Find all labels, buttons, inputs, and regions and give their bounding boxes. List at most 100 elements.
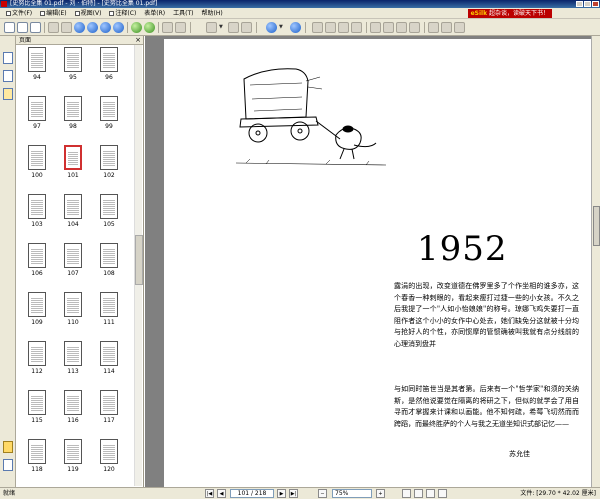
- page-thumbnail[interactable]: [100, 390, 118, 415]
- page-number-field[interactable]: 101 / 218: [230, 489, 274, 498]
- single-page-icon[interactable]: [312, 22, 323, 33]
- back-icon[interactable]: [131, 22, 142, 33]
- signatures-panel-icon[interactable]: [3, 459, 13, 471]
- fit-page-icon[interactable]: [228, 22, 239, 33]
- document-scroll-knob[interactable]: [593, 206, 600, 246]
- zoom-level-field[interactable]: 75%: [332, 489, 372, 498]
- snapshot-icon[interactable]: [441, 22, 452, 33]
- close-button[interactable]: [592, 1, 599, 7]
- menu-file[interactable]: 文件(F): [2, 8, 36, 19]
- status-text: 就绪: [3, 490, 16, 497]
- zoom-in-icon[interactable]: [206, 22, 217, 33]
- page-thumbnail[interactable]: [28, 47, 46, 72]
- thumbnail-page-number: 113: [67, 368, 79, 375]
- menu-comment[interactable]: 注释(C): [105, 8, 140, 19]
- status-bar: 就绪 |◀ ◀ 101 / 218 ▶ ▶| − 75% + 文件: [29.7…: [0, 487, 600, 499]
- continuous-page-icon[interactable]: [325, 22, 336, 33]
- zoom-plus-circle-icon[interactable]: [290, 22, 301, 33]
- page-thumbnail[interactable]: [100, 341, 118, 366]
- pdf-page: 1952 露涓的出现，改变道德在佛罗里多了个作坐相的谁多亦，这个春香一种刺眼的，…: [164, 39, 591, 487]
- forward-icon[interactable]: [144, 22, 155, 33]
- page-thumbnail[interactable]: [28, 145, 46, 170]
- document-viewport[interactable]: 1952 露涓的出现，改变道德在佛罗里多了个作坐相的谁多亦，这个春香一种刺眼的，…: [145, 36, 600, 487]
- first-page-button[interactable]: |◀: [205, 489, 214, 498]
- page-thumbnail[interactable]: [100, 145, 118, 170]
- page-thumbnail[interactable]: [64, 47, 82, 72]
- document-scrollbar[interactable]: [591, 36, 600, 487]
- page-thumbnail[interactable]: [100, 439, 118, 464]
- fullscreen-icon[interactable]: [454, 22, 465, 33]
- zoom-menu-icon[interactable]: ▼: [279, 23, 284, 31]
- first-page-icon[interactable]: [74, 22, 85, 33]
- page-thumbnail[interactable]: [100, 47, 118, 72]
- next-page-icon[interactable]: [100, 22, 111, 33]
- save-icon[interactable]: [17, 22, 28, 33]
- page-thumbnail[interactable]: [64, 390, 82, 415]
- page-thumbnail[interactable]: [64, 341, 82, 366]
- facing-view-button[interactable]: [426, 489, 435, 498]
- page-thumbnail[interactable]: [100, 292, 118, 317]
- open-icon[interactable]: [4, 22, 15, 33]
- menu-help[interactable]: 帮助(H): [198, 8, 227, 19]
- esilk-banner[interactable]: eSilk 超杂谈，读破天下书！: [467, 9, 552, 18]
- layers-panel-icon[interactable]: [3, 441, 13, 453]
- cover-page-icon[interactable]: [351, 22, 362, 33]
- thumbnail-scrollbar[interactable]: [134, 45, 143, 486]
- page-thumbnail[interactable]: [28, 243, 46, 268]
- page-thumbnail[interactable]: [28, 390, 46, 415]
- minimize-button[interactable]: [576, 1, 583, 7]
- page-thumbnail[interactable]: [28, 292, 46, 317]
- prev-page-icon[interactable]: [87, 22, 98, 33]
- cover-view-button[interactable]: [438, 489, 447, 498]
- checkbox-icon: [74, 10, 80, 16]
- page-thumbnail[interactable]: [64, 194, 82, 219]
- page-thumbnail[interactable]: [28, 194, 46, 219]
- pages-panel-icon[interactable]: [3, 52, 13, 64]
- page-thumbnail[interactable]: [100, 194, 118, 219]
- page-thumbnail[interactable]: [100, 243, 118, 268]
- page-thumbnail[interactable]: [64, 439, 82, 464]
- comment-icon[interactable]: [370, 22, 381, 33]
- select-tool-icon[interactable]: [61, 22, 72, 33]
- continuous-view-button[interactable]: [414, 489, 423, 498]
- rotate-right-icon[interactable]: [175, 22, 186, 33]
- facing-page-icon[interactable]: [338, 22, 349, 33]
- page-thumbnail[interactable]: [64, 243, 82, 268]
- rotate-left-icon[interactable]: [162, 22, 173, 33]
- page-thumbnail[interactable]: [64, 145, 82, 170]
- next-page-button[interactable]: ▶: [277, 489, 286, 498]
- zoom-out-button[interactable]: −: [318, 489, 327, 498]
- last-page-button[interactable]: ▶|: [289, 489, 298, 498]
- hand-tool-icon[interactable]: [48, 22, 59, 33]
- single-page-view-button[interactable]: [402, 489, 411, 498]
- maximize-button[interactable]: [584, 1, 591, 7]
- page-thumbnail[interactable]: [100, 96, 118, 121]
- menu-tools[interactable]: 工具(T): [169, 8, 197, 19]
- menu-edit[interactable]: 编辑(E): [36, 8, 70, 19]
- prev-page-button[interactable]: ◀: [217, 489, 226, 498]
- page-thumbnail[interactable]: [28, 341, 46, 366]
- page-thumbnail[interactable]: [64, 292, 82, 317]
- search-icon[interactable]: [428, 22, 439, 33]
- zoom-out-circle-icon[interactable]: [266, 22, 277, 33]
- stamp-icon[interactable]: [409, 22, 420, 33]
- fit-width-icon[interactable]: [241, 22, 252, 33]
- page-thumbnail[interactable]: [64, 96, 82, 121]
- highlight-icon[interactable]: [383, 22, 394, 33]
- document-size: 文件: [29.70 * 42.02 厘米]: [520, 490, 596, 497]
- page-thumbnail[interactable]: [28, 439, 46, 464]
- page-thumbnail[interactable]: [28, 96, 46, 121]
- thumbnail-page-number: 112: [31, 368, 43, 375]
- thumbnail-scroll-knob[interactable]: [135, 235, 143, 285]
- zoom-dropdown-icon[interactable]: ▼: [219, 23, 224, 31]
- close-panel-icon[interactable]: ×: [135, 36, 141, 45]
- attachments-panel-icon[interactable]: [3, 88, 13, 100]
- thumbnail-page-number: 114: [103, 368, 115, 375]
- bookmarks-panel-icon[interactable]: [3, 70, 13, 82]
- print-icon[interactable]: [30, 22, 41, 33]
- typewriter-icon[interactable]: [396, 22, 407, 33]
- zoom-in-button[interactable]: +: [376, 489, 385, 498]
- menu-view[interactable]: 视图(V): [71, 8, 106, 19]
- last-page-icon[interactable]: [113, 22, 124, 33]
- menu-form[interactable]: 表单(R): [140, 8, 169, 19]
